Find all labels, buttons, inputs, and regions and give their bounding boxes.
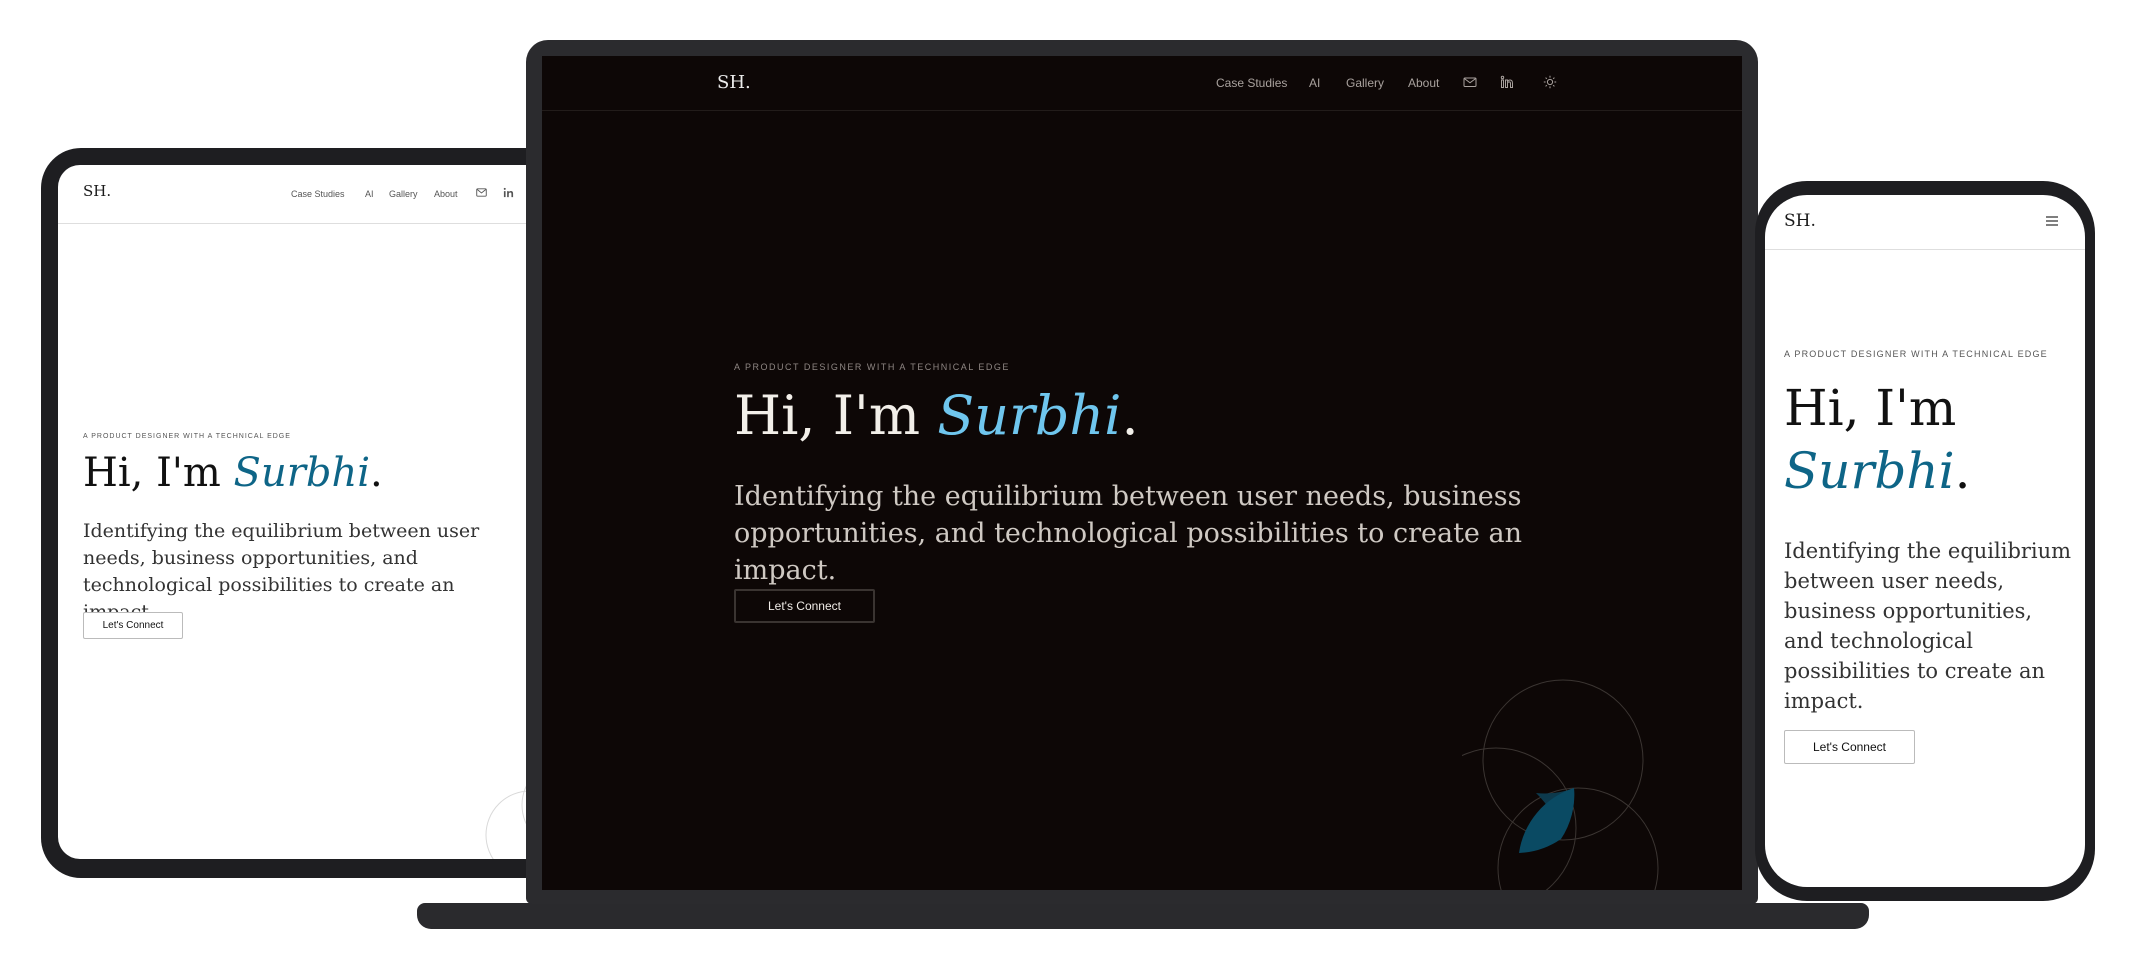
laptop-nav-case-studies[interactable]: Case Studies [1216,76,1287,90]
tablet-hero-body: Identifying the equilibrium between user… [83,520,480,623]
tablet-device-frame: SH. Case Studies AI Gallery About A PROD… [41,148,601,878]
tablet-lets-connect-button[interactable]: Let's Connect [83,612,183,639]
sun-icon[interactable] [1543,75,1557,89]
phone-nav-bar: SH. [1765,195,2085,250]
title-suffix: . [1954,442,1971,500]
title-name: Surbhi [233,450,370,496]
menu-icon[interactable] [2045,215,2059,227]
tablet-nav-gallery[interactable]: Gallery [389,189,418,199]
laptop-device-frame: SH. Case Studies AI Gallery About A PROD… [526,40,1758,904]
title-name: Surbhi [1784,442,1955,500]
tablet-kicker: A PRODUCT DESIGNER WITH A TECHNICAL EDGE [83,433,291,440]
mail-icon[interactable] [476,187,487,198]
title-prefix: Hi, I'm [1784,379,1957,437]
laptop-hero-title: Hi, I'm Surbhi. [734,384,1139,447]
title-prefix: Hi, I'm [734,384,938,447]
tablet-screen: SH. Case Studies AI Gallery About A PROD… [58,165,601,859]
tablet-nav-case-studies[interactable]: Case Studies [291,189,345,199]
laptop-nav-gallery[interactable]: Gallery [1346,76,1384,90]
phone-screen: SH. A PRODUCT DESIGNER WITH A TECHNICAL … [1765,195,2085,887]
tablet-hero-title: Hi, I'm Surbhi. [83,450,383,496]
phone-device-frame: SH. A PRODUCT DESIGNER WITH A TECHNICAL … [1755,181,2095,901]
linkedin-icon[interactable] [1500,75,1514,89]
tablet-nav-bar: SH. Case Studies AI Gallery About [58,165,601,224]
laptop-nav-about[interactable]: About [1408,76,1439,90]
phone-kicker: A PRODUCT DESIGNER WITH A TECHNICAL EDGE [1784,349,2048,359]
tablet-logo[interactable]: SH. [83,182,111,200]
laptop-base [417,903,1869,929]
title-prefix: Hi, I'm [83,450,234,496]
phone-hero-body: Identifying the equilibrium between user… [1784,539,2072,713]
laptop-nav-ai[interactable]: AI [1309,76,1320,90]
title-suffix: . [1121,384,1139,447]
title-name: Surbhi [937,384,1122,447]
phone-lets-connect-button[interactable]: Let's Connect [1784,730,1915,764]
laptop-lets-connect-button[interactable]: Let's Connect [734,589,875,623]
laptop-screen: SH. Case Studies AI Gallery About A PROD… [542,56,1742,890]
title-suffix: . [370,450,383,496]
decorative-venn-circles [1462,679,1659,890]
laptop-kicker: A PRODUCT DESIGNER WITH A TECHNICAL EDGE [734,362,1010,372]
mail-icon[interactable] [1463,75,1477,89]
linkedin-icon[interactable] [503,187,514,198]
phone-hero-title: Hi, I'm Surbhi. [1784,377,2074,503]
tablet-nav-about[interactable]: About [434,189,458,199]
laptop-nav-bar: SH. Case Studies AI Gallery About [542,56,1742,111]
laptop-hero-body: Identifying the equilibrium between user… [734,481,1522,586]
laptop-logo[interactable]: SH. [717,72,751,93]
tablet-nav-ai[interactable]: AI [365,189,374,199]
phone-logo[interactable]: SH. [1784,211,1816,231]
